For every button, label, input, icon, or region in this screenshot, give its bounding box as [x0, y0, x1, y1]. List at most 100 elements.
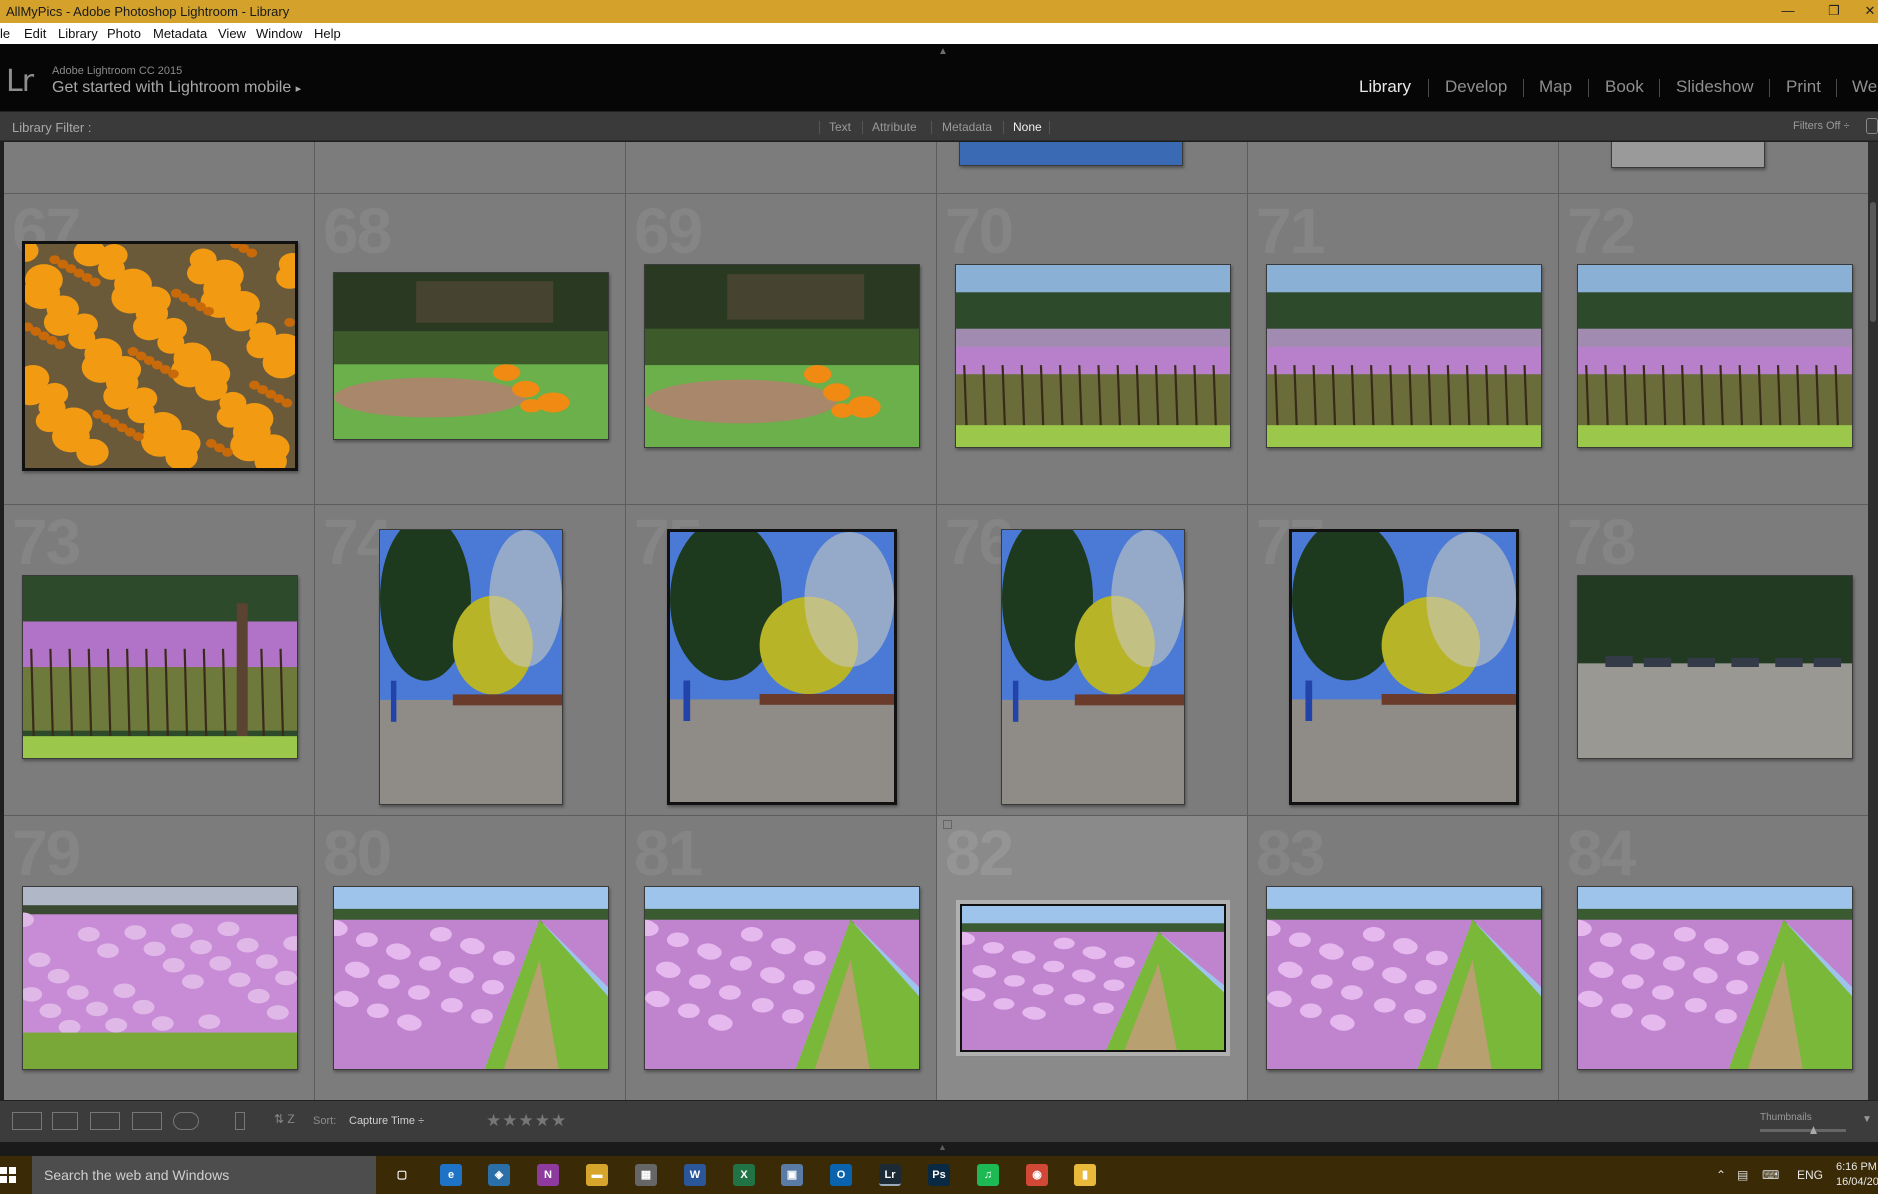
thumbnail-image[interactable]: [1611, 142, 1765, 168]
filter-metadata[interactable]: Metadata: [942, 120, 992, 134]
grid-cell-partial[interactable]: [4, 142, 315, 194]
people-view-icon[interactable]: [173, 1112, 199, 1130]
module-print[interactable]: Print: [1786, 77, 1821, 97]
flag-icon[interactable]: [943, 820, 952, 829]
thumbnail-image[interactable]: [1289, 529, 1519, 805]
grid-cell[interactable]: 73: [4, 505, 315, 816]
sort-direction-icon[interactable]: ⇅ Z: [274, 1112, 304, 1130]
notes-icon[interactable]: ▮: [1074, 1164, 1096, 1186]
module-slideshow[interactable]: Slideshow: [1676, 77, 1754, 97]
scrollbar-thumb[interactable]: [1870, 202, 1876, 322]
lightroom-icon[interactable]: Lr: [879, 1164, 901, 1186]
thumbnail-image[interactable]: [955, 264, 1231, 448]
filter-preset-dropdown[interactable]: Filters Off ÷: [1793, 120, 1850, 132]
excel-icon[interactable]: X: [733, 1164, 755, 1186]
grid-cell[interactable]: 69: [626, 194, 937, 505]
grid-cell[interactable]: 70: [937, 194, 1248, 505]
rating-stars[interactable]: ★★★★★: [486, 1111, 567, 1131]
filter-none[interactable]: None: [1013, 120, 1042, 134]
module-web[interactable]: We: [1852, 77, 1877, 97]
word-icon[interactable]: W: [684, 1164, 706, 1186]
menu-window[interactable]: Window: [256, 26, 302, 41]
restore-icon[interactable]: ❐: [1814, 1, 1854, 21]
menu-photo[interactable]: Photo: [107, 26, 141, 41]
grid-cell[interactable]: 76: [937, 505, 1248, 816]
collapse-top-panel-icon[interactable]: ▲: [938, 46, 948, 57]
task-view-icon[interactable]: ▢: [391, 1164, 413, 1186]
menu-metadata[interactable]: Metadata: [153, 26, 207, 41]
grid-view-icon[interactable]: [12, 1112, 42, 1130]
grid-cell[interactable]: 84: [1559, 816, 1868, 1100]
mobile-promo-link[interactable]: Get started with Lightroom mobile ▸: [52, 79, 301, 97]
grid-cell-partial[interactable]: [1248, 142, 1559, 194]
store-icon[interactable]: ▦: [635, 1164, 657, 1186]
network-icon[interactable]: ▣: [781, 1164, 803, 1186]
spotify-icon[interactable]: ♫: [977, 1164, 999, 1186]
close-icon[interactable]: ✕: [1850, 1, 1878, 21]
thumbnail-image[interactable]: [1266, 886, 1542, 1070]
thumbnail-image[interactable]: [333, 886, 609, 1070]
filter-text[interactable]: Text: [829, 120, 851, 134]
thumbnail-image[interactable]: [644, 886, 920, 1070]
thumbnail-image[interactable]: [959, 142, 1183, 166]
module-map[interactable]: Map: [1539, 77, 1572, 97]
edge-icon[interactable]: e: [440, 1164, 462, 1186]
thumbnail-image[interactable]: [22, 886, 298, 1070]
windows-start-icon[interactable]: [0, 1167, 16, 1183]
grid-cell[interactable]: 79: [4, 816, 315, 1100]
language-indicator[interactable]: ENG: [1797, 1168, 1823, 1182]
menu-help[interactable]: Help: [314, 26, 341, 41]
filter-lock-icon[interactable]: [1866, 118, 1878, 134]
menu-file[interactable]: le: [0, 26, 10, 41]
thumbnail-image[interactable]: [644, 264, 920, 448]
grid-cell[interactable]: 71: [1248, 194, 1559, 505]
menu-view[interactable]: View: [218, 26, 246, 41]
grid-cell-partial[interactable]: [315, 142, 626, 194]
sort-dropdown[interactable]: Capture Time ÷: [349, 1115, 424, 1127]
onenote-icon[interactable]: N: [537, 1164, 559, 1186]
tray-chevron-icon[interactable]: ⌃: [1716, 1168, 1726, 1182]
grid-cell[interactable]: 78: [1559, 505, 1868, 816]
grid-cell[interactable]: 77: [1248, 505, 1559, 816]
module-develop[interactable]: Develop: [1445, 77, 1507, 97]
grid-cell[interactable]: 83: [1248, 816, 1559, 1100]
grid-cell-partial[interactable]: [937, 142, 1248, 194]
minimize-icon[interactable]: —: [1768, 1, 1808, 21]
filter-attribute[interactable]: Attribute: [872, 120, 917, 134]
keyboard-icon[interactable]: ⌨: [1762, 1168, 1779, 1182]
thumbnail-image[interactable]: [1577, 886, 1853, 1070]
grid-cell[interactable]: 75: [626, 505, 937, 816]
thumbnail-image[interactable]: [333, 272, 609, 440]
menu-library[interactable]: Library: [58, 26, 98, 41]
menu-edit[interactable]: Edit: [24, 26, 46, 41]
compare-view-icon[interactable]: [90, 1112, 120, 1130]
thumbnail-image[interactable]: [667, 529, 897, 805]
grid-cell-partial[interactable]: [626, 142, 937, 194]
thumbnail-image[interactable]: [22, 575, 298, 759]
thumbnail-image[interactable]: [1577, 575, 1853, 759]
grid-cell[interactable]: 74: [315, 505, 626, 816]
outlook-icon[interactable]: O: [830, 1164, 852, 1186]
thumbnail-image[interactable]: [1001, 529, 1185, 805]
grid-cell[interactable]: 81: [626, 816, 937, 1100]
grid-cell-partial[interactable]: [1559, 142, 1868, 194]
grid-scrollbar[interactable]: [1868, 142, 1878, 1100]
grid-cell[interactable]: 82·····: [937, 816, 1248, 1100]
survey-view-icon[interactable]: [132, 1112, 162, 1130]
grid-cell[interactable]: 68: [315, 194, 626, 505]
thumbnail-image[interactable]: [22, 241, 298, 471]
grid-cell[interactable]: 67: [4, 194, 315, 505]
grid-cell[interactable]: 72: [1559, 194, 1868, 505]
taskbar-clock[interactable]: 6:16 PM 16/04/20: [1836, 1160, 1878, 1190]
photoshop-icon[interactable]: Ps: [928, 1164, 950, 1186]
thumbnail-image[interactable]: [956, 900, 1230, 1056]
taskbar-search-box[interactable]: Search the web and Windows: [32, 1156, 376, 1194]
file-explorer-icon[interactable]: ▬: [586, 1164, 608, 1186]
action-center-icon[interactable]: ▤: [1737, 1168, 1748, 1182]
expand-filmstrip-icon[interactable]: ▲: [938, 1142, 947, 1152]
thumbnail-image[interactable]: [1266, 264, 1542, 448]
painter-icon[interactable]: [235, 1112, 245, 1130]
grid-cell[interactable]: 80: [315, 816, 626, 1100]
module-library[interactable]: Library: [1359, 77, 1411, 97]
thumbnail-size-slider[interactable]: [1760, 1126, 1846, 1134]
